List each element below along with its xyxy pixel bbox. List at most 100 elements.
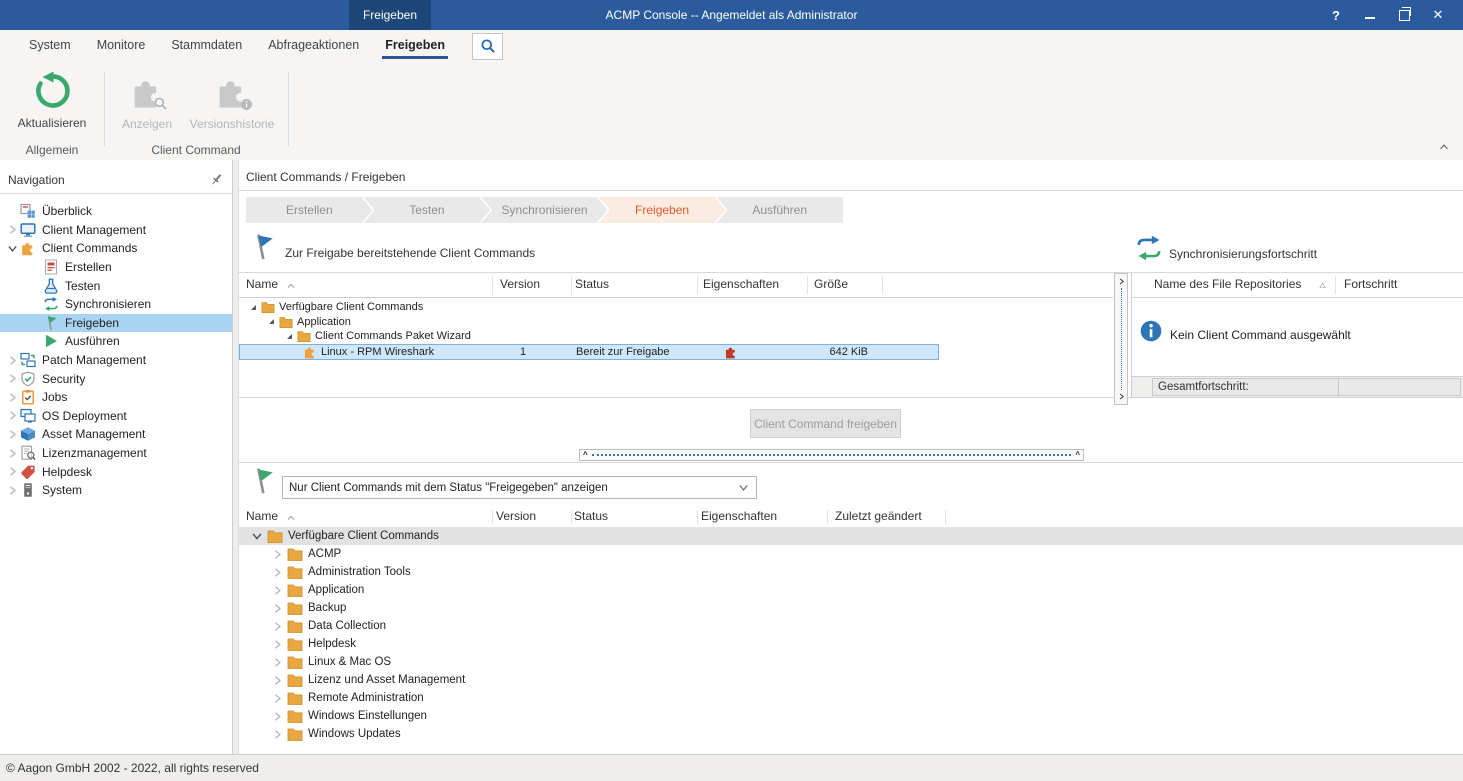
wizard-step-ausfuehren[interactable]: Ausführen [716,197,843,223]
sidebar-item-jobs[interactable]: Jobs [0,388,232,407]
horizontal-splitter[interactable]: ^ ^ [579,449,1084,461]
sidebar-item-os-deployment[interactable]: OS Deployment [0,407,232,426]
column-header-zuletzt-geaendert[interactable]: Zuletzt geändert [835,509,922,523]
panel-splitter[interactable] [1114,273,1128,405]
column-divider[interactable] [697,276,698,294]
tree-row-lizenz-und-asset-management[interactable]: Lizenz und Asset Management [239,671,1463,689]
chevron-right-icon[interactable] [6,409,19,422]
tree-row-acmp[interactable]: ACMP [239,545,1463,563]
expanded-node-icon[interactable] [266,316,277,327]
restore-button[interactable] [1387,0,1421,30]
menu-item-freigeben-active[interactable]: Freigeben [372,30,458,62]
column-divider[interactable] [1335,276,1336,294]
column-divider[interactable] [571,510,572,524]
chevron-right-icon[interactable] [271,548,284,561]
tree-row-windows-einstellungen[interactable]: Windows Einstellungen [239,707,1463,725]
chevron-right-icon[interactable] [271,566,284,579]
sidebar-item-asset-management[interactable]: Asset Management [0,425,232,444]
column-header-eigenschaften[interactable]: Eigenschaften [701,509,777,523]
ribbon-search-button[interactable] [472,33,503,60]
sidebar-item-system[interactable]: System [0,481,232,500]
column-header-fortschritt[interactable]: Fortschritt [1344,277,1397,291]
collapse-up-icon[interactable]: ^ [1075,451,1080,459]
chevron-right-icon[interactable] [271,620,284,633]
chevron-down-icon[interactable] [6,242,19,255]
column-header-status[interactable]: Status [575,277,609,291]
column-header-version[interactable]: Version [500,277,540,291]
titlebar-tab-freigeben[interactable]: Freigeben [349,0,431,30]
chevron-right-icon[interactable] [6,484,19,497]
help-button[interactable]: ? [1319,0,1353,30]
versionshistorie-button[interactable]: Versionshistorie [184,75,280,131]
wizard-step-testen[interactable]: Testen [364,197,491,223]
menu-item-system[interactable]: System [16,30,84,62]
column-divider[interactable] [492,510,493,524]
collapse-up-icon[interactable]: ^ [583,451,588,459]
chevron-right-icon[interactable] [6,354,19,367]
column-header-name[interactable]: Name [246,509,278,523]
tree-row-remote-administration[interactable]: Remote Administration [239,689,1463,707]
sidebar-item-client-commands[interactable]: Client Commands [0,239,232,258]
chevron-right-icon[interactable] [271,584,284,597]
minimize-button[interactable] [1353,0,1387,30]
aktualisieren-button[interactable]: Aktualisieren [8,71,96,130]
client-command-freigeben-button[interactable]: Client Command freigeben [750,409,901,438]
tree-row-windows-updates[interactable]: Windows Updates [239,725,1463,743]
chevron-down-icon[interactable] [250,529,264,543]
menu-item-stammdaten[interactable]: Stammdaten [158,30,255,62]
sidebar-item-client-management[interactable]: Client Management [0,221,232,240]
tree-row-administration-tools[interactable]: Administration Tools [239,563,1463,581]
column-header-version[interactable]: Version [496,509,536,523]
sidebar-item-helpdesk[interactable]: Helpdesk [0,462,232,481]
chevron-right-icon[interactable] [6,428,19,441]
column-divider[interactable] [945,510,946,524]
chevron-right-icon[interactable] [1117,277,1126,286]
chevron-right-icon[interactable] [6,465,19,478]
column-divider[interactable] [571,276,572,294]
chevron-right-icon[interactable] [6,372,19,385]
sidebar-item-ueberblick[interactable]: Überblick [0,202,232,221]
tree-row-verfuegbare-client-commands[interactable]: Verfügbare Client Commands [239,527,1463,545]
expanded-node-icon[interactable] [248,302,259,313]
tree-row-helpdesk[interactable]: Helpdesk [239,635,1463,653]
chevron-right-icon[interactable] [271,602,284,615]
column-header-eigenschaften[interactable]: Eigenschaften [703,277,779,291]
tree-row-paket-wizard[interactable]: Client Commands Paket Wizard [239,329,920,344]
ribbon-collapse-button[interactable] [1437,140,1451,154]
menu-item-monitore[interactable]: Monitore [84,30,159,62]
chevron-right-icon[interactable] [271,638,284,651]
sidebar-item-synchronisieren[interactable]: Synchronisieren [0,295,232,314]
expanded-node-icon[interactable] [284,331,295,342]
column-header-groesse[interactable]: Größe [814,277,848,291]
wizard-step-synchronisieren[interactable]: Synchronisieren [481,197,608,223]
menu-item-abfrageaktionen[interactable]: Abfrageaktionen [255,30,372,62]
wizard-step-freigeben-active[interactable]: Freigeben [599,197,726,223]
tree-row-backup[interactable]: Backup [239,599,1463,617]
chevron-right-icon[interactable] [271,674,284,687]
column-divider[interactable] [827,510,828,524]
chevron-right-icon[interactable] [271,656,284,669]
chevron-right-icon[interactable] [6,391,19,404]
column-header-name[interactable]: Name [246,277,278,291]
tree-row-linux-rpm-wireshark-selected[interactable]: Linux - RPM Wireshark 1 Bereit zur Freig… [239,344,939,361]
chevron-right-icon[interactable] [1117,392,1126,401]
sidebar-item-security[interactable]: Security [0,369,232,388]
chevron-right-icon[interactable] [271,710,284,723]
wizard-step-erstellen[interactable]: Erstellen [246,197,373,223]
column-divider[interactable] [492,276,493,294]
pin-icon[interactable] [209,172,224,187]
column-divider[interactable] [882,276,883,294]
anzeigen-button[interactable]: Anzeigen [112,75,182,131]
sidebar-item-lizenzmanagement[interactable]: Lizenzmanagement [0,444,232,463]
sidebar-item-testen[interactable]: Testen [0,276,232,295]
column-divider[interactable] [697,510,698,524]
chevron-right-icon[interactable] [6,447,19,460]
status-filter-dropdown[interactable]: Nur Client Commands mit dem Status "Frei… [282,476,757,499]
tree-row-linux-mac-os[interactable]: Linux & Mac OS [239,653,1463,671]
sidebar-item-ausfuehren[interactable]: Ausführen [0,332,232,351]
chevron-right-icon[interactable] [6,223,19,236]
tree-row-application[interactable]: Application [239,315,902,330]
tree-row-data-collection[interactable]: Data Collection [239,617,1463,635]
close-button[interactable]: ✕ [1421,0,1455,30]
sidebar-item-erstellen[interactable]: Erstellen [0,258,232,277]
